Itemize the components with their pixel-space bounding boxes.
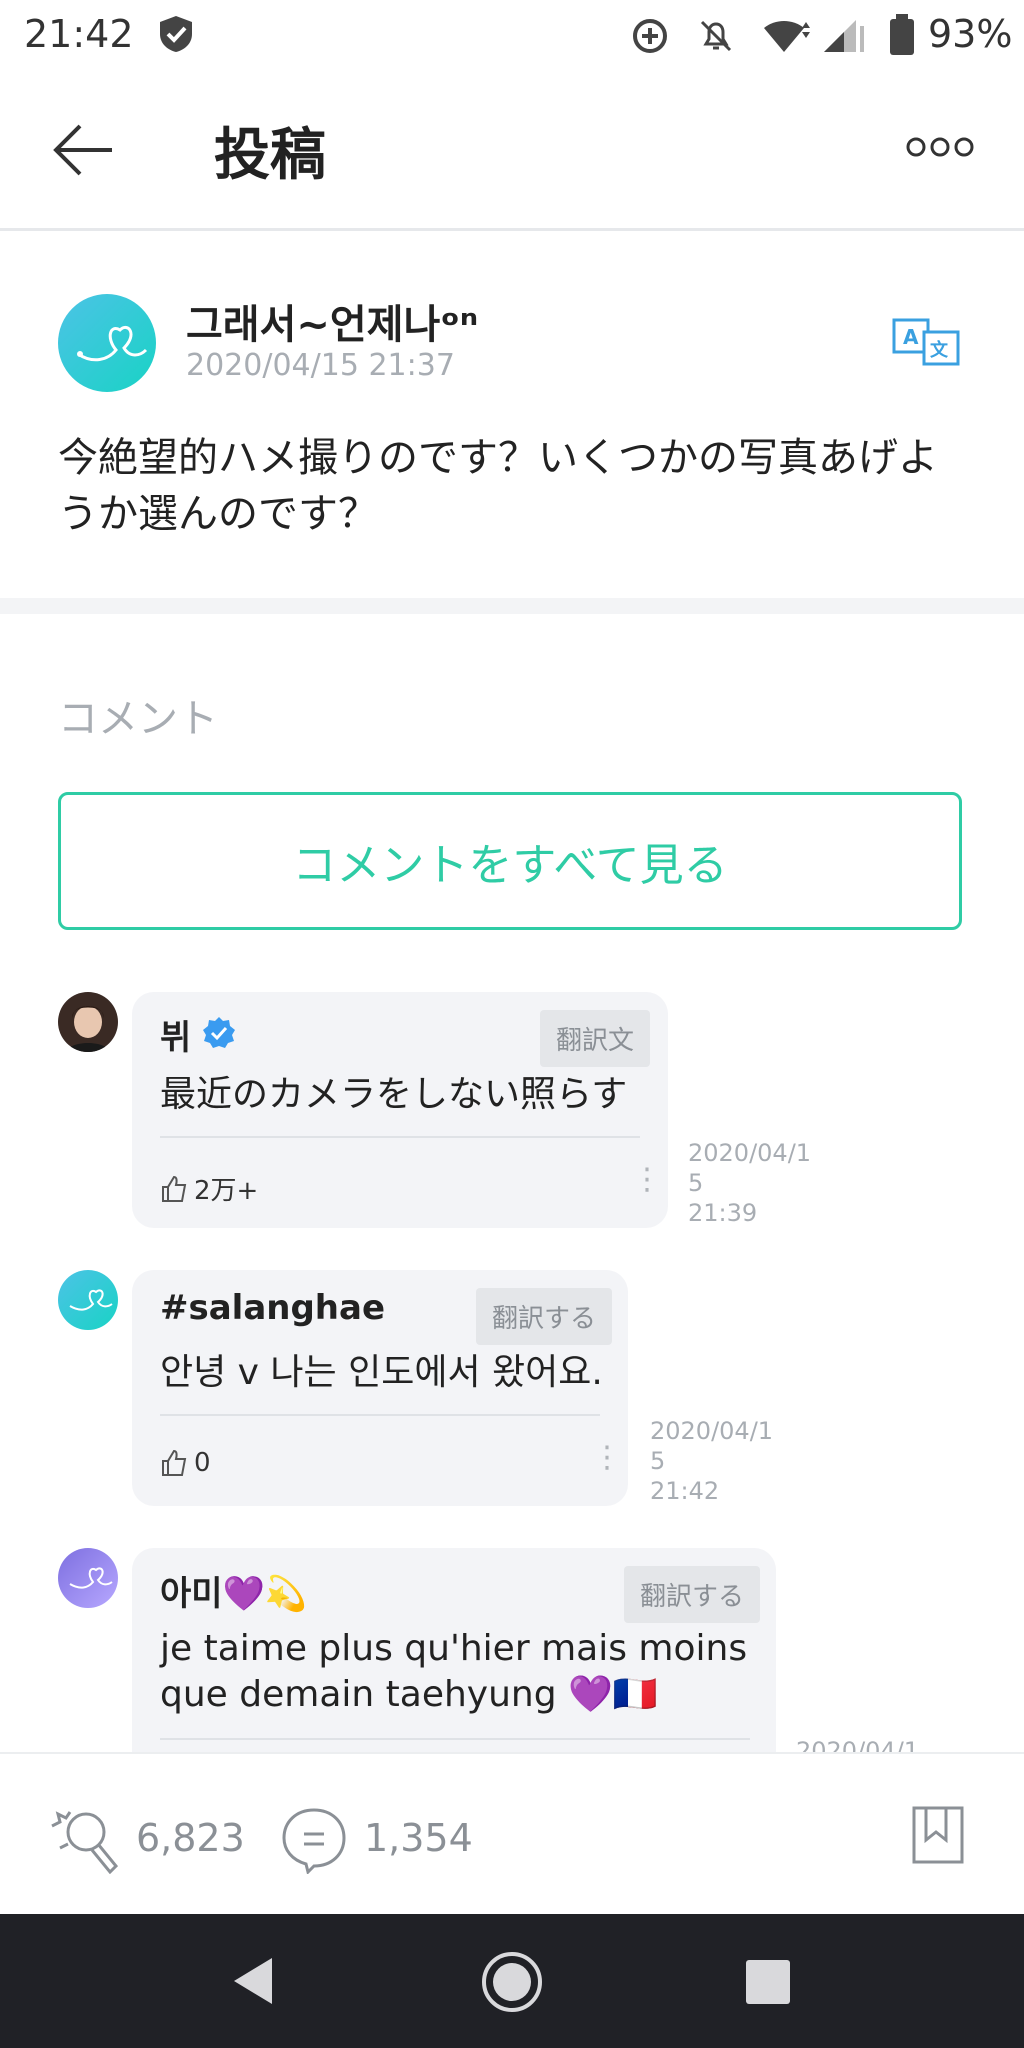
- comment-divider: [160, 1414, 600, 1416]
- comment-author[interactable]: 뷔: [160, 1010, 191, 1059]
- comment-date-line: 21:39: [688, 1199, 758, 1227]
- comment-like-button[interactable]: 2万+: [160, 1170, 258, 1207]
- translate-button[interactable]: 翻訳文: [540, 1010, 651, 1067]
- comment-date-line: 5: [650, 1447, 666, 1475]
- comment-date-line: 2020/04/1: [796, 1737, 916, 1752]
- shield-icon: [156, 14, 196, 58]
- battery-percent: 93%: [928, 12, 1013, 56]
- wifi-icon: [760, 16, 812, 60]
- commenter-avatar[interactable]: [58, 1548, 118, 1608]
- comment-bubble: 아미💜💫 翻訳する je taime plus qu'hier mais moi…: [132, 1548, 776, 1752]
- svg-text:A: A: [903, 325, 919, 349]
- comment-date-line: 5: [688, 1169, 704, 1197]
- nav-home-icon[interactable]: [480, 1950, 544, 2018]
- comment-author[interactable]: 아미💜💫: [160, 1566, 307, 1615]
- heart-doodle-icon: [69, 1289, 113, 1311]
- translate-button[interactable]: 翻訳する: [476, 1288, 613, 1345]
- svg-text:文: 文: [930, 339, 949, 361]
- comment-date: 2020/04/1 5 21:39: [688, 1138, 812, 1228]
- bookmark-icon[interactable]: [912, 1806, 964, 1870]
- comment-more-icon[interactable]: ⋮: [632, 1162, 662, 1197]
- translate-icon[interactable]: A文: [892, 318, 962, 370]
- thumbs-up-icon: [162, 1449, 187, 1476]
- comment-text: 最近のカメラをしない照らす: [160, 1074, 628, 1115]
- comment-like-button[interactable]: 0: [160, 1448, 211, 1478]
- post-date: 2020/04/15 21:37: [186, 348, 455, 383]
- nav-back-icon[interactable]: [230, 1956, 276, 2010]
- heart-doodle-icon: [69, 1567, 113, 1589]
- status-time: 21:42: [24, 12, 134, 56]
- commenter-avatar[interactable]: [58, 992, 118, 1052]
- comment-text: je taime plus qu'hier mais moins que dem…: [160, 1626, 747, 1718]
- top-app-bar: 投稿: [0, 70, 1024, 231]
- comment-like-count: 2万+: [194, 1176, 259, 1206]
- cheer-icon[interactable]: [46, 1804, 126, 1878]
- comment-text-line: que demain taehyung 💜🇫🇷: [160, 1674, 658, 1715]
- back-arrow-icon[interactable]: [52, 118, 116, 186]
- post-body-text: 今絶望的ハメ撮りのです？いくつかの写真あげようか選んのです？: [58, 435, 938, 537]
- mute-icon: [696, 16, 736, 60]
- verified-badge-icon: [202, 1016, 236, 1054]
- post-author-name[interactable]: 그래서~언제나ᵒⁿ: [186, 292, 478, 350]
- data-saver-icon: [630, 16, 670, 60]
- section-divider: [0, 598, 1024, 614]
- comment-text-line: je taime plus qu'hier mais moins: [160, 1628, 748, 1669]
- commenter-avatar[interactable]: [58, 1270, 118, 1330]
- comment-text: 안녕 v 나는 인도에서 왔어요.: [160, 1352, 603, 1393]
- page-title: 投稿: [214, 123, 326, 188]
- comment-more-icon[interactable]: ⋮: [592, 1440, 622, 1475]
- view-all-comments-button[interactable]: コメントをすべて見る: [58, 792, 962, 930]
- comment-like-count: 0: [194, 1448, 211, 1478]
- comment-divider: [160, 1136, 640, 1138]
- comment-divider: [160, 1738, 750, 1740]
- comment-author[interactable]: #salanghae: [160, 1288, 385, 1328]
- comment-icon[interactable]: [280, 1806, 348, 1878]
- likes-count: 6,823: [136, 1816, 245, 1860]
- more-options-icon[interactable]: [905, 135, 975, 163]
- comment-date-line: 21:42: [650, 1477, 720, 1505]
- comment-date: 2020/04/1: [796, 1736, 916, 1752]
- heart-doodle-icon: [77, 325, 148, 362]
- comment-date-line: 2020/04/1: [650, 1417, 774, 1445]
- signal-icon: [820, 16, 868, 60]
- bottom-action-bar: 6,823 1,354: [0, 1752, 1024, 1916]
- comments-count: 1,354: [364, 1816, 473, 1860]
- comment-bubble: #salanghae 翻訳する 안녕 v 나는 인도에서 왔어요. 0 ⋮: [132, 1270, 628, 1506]
- translate-button[interactable]: 翻訳する: [624, 1566, 761, 1623]
- comments-heading: コメント: [58, 696, 218, 742]
- thumbs-up-icon: [162, 1175, 187, 1202]
- comment-date: 2020/04/1 5 21:42: [650, 1416, 774, 1506]
- battery-icon: [888, 14, 916, 60]
- comment-date-line: 2020/04/1: [688, 1139, 812, 1167]
- nav-recents-icon[interactable]: [746, 1960, 790, 2008]
- system-nav-bar: [0, 1914, 1024, 2048]
- post-author-avatar[interactable]: [58, 294, 156, 392]
- comment-bubble: 뷔 翻訳文 最近のカメラをしない照らす 2万+ ⋮: [132, 992, 668, 1228]
- status-bar: 21:42 93%: [0, 0, 1024, 70]
